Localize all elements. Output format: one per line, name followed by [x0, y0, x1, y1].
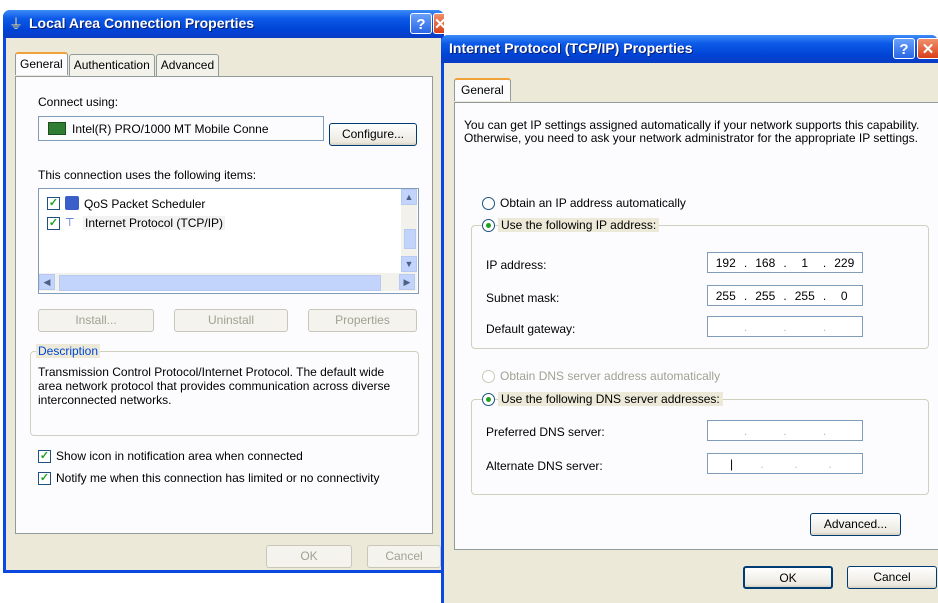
- description-label: Description: [36, 344, 101, 358]
- items-label: This connection uses the following items…: [38, 168, 257, 182]
- connect-using-label: Connect using:: [38, 95, 119, 109]
- scroll-up-icon[interactable]: ▲: [401, 189, 417, 205]
- alternate-dns-label: Alternate DNS server:: [486, 459, 603, 473]
- obtain-dns-auto-radio[interactable]: [482, 370, 495, 383]
- use-following-dns-radio[interactable]: [482, 393, 495, 406]
- advanced-button[interactable]: Advanced...: [810, 513, 901, 536]
- item-checkbox[interactable]: ✓: [47, 197, 60, 210]
- tcpip-tab-strip: General: [454, 78, 512, 103]
- protocol-icon: ⊤: [65, 217, 75, 229]
- item-label: Internet Protocol (TCP/IP): [83, 216, 226, 230]
- tcpip-titlebar[interactable]: Internet Protocol (TCP/IP) Properties ? …: [441, 35, 938, 63]
- adapter-name: Intel(R) PRO/1000 MT Mobile Conne: [72, 122, 269, 136]
- items-list: ✓ QoS Packet Scheduler ✓ ⊤ Internet Prot…: [38, 188, 419, 294]
- use-following-ip-label: Use the following IP address:: [498, 218, 660, 232]
- ip-octet: 0: [840, 288, 848, 303]
- default-gateway-label: Default gateway:: [486, 322, 576, 336]
- notify-label: Notify me when this connection has limit…: [56, 471, 380, 485]
- ip-octet: 1: [801, 255, 809, 270]
- obtain-ip-auto-radio[interactable]: [482, 197, 495, 210]
- ip-octet: 255: [794, 288, 815, 303]
- tcpip-close-button[interactable]: ✕: [917, 38, 938, 59]
- tcpip-properties-window: Internet Protocol (TCP/IP) Properties ? …: [441, 35, 938, 603]
- item-checkbox[interactable]: ✓: [47, 217, 60, 230]
- tcpip-help-button[interactable]: ?: [893, 38, 915, 59]
- show-icon-checkbox[interactable]: ✓: [38, 450, 51, 463]
- alternate-dns-field[interactable]: |...: [707, 453, 863, 474]
- scroll-down-icon[interactable]: ▼: [401, 256, 417, 272]
- adapter-field: Intel(R) PRO/1000 MT Mobile Conne: [38, 116, 324, 141]
- item-label: QoS Packet Scheduler: [84, 197, 206, 211]
- scroll-left-icon[interactable]: ◀: [39, 274, 55, 290]
- preferred-dns-field[interactable]: ...: [707, 420, 863, 441]
- ip-address-field[interactable]: 192. 168. 1. 229: [707, 252, 863, 273]
- use-following-ip-radio[interactable]: [482, 219, 495, 232]
- lan-close-button[interactable]: ✕: [433, 13, 447, 34]
- lan-ok-button[interactable]: OK: [266, 545, 352, 568]
- lan-help-button[interactable]: ?: [410, 13, 432, 34]
- subnet-mask-label: Subnet mask:: [486, 291, 560, 305]
- list-item[interactable]: ✓ QoS Packet Scheduler: [47, 195, 407, 213]
- ip-octet: 255: [715, 288, 736, 303]
- ip-octet: 229: [834, 255, 855, 270]
- intro-text: You can get IP settings assigned automat…: [464, 118, 920, 145]
- properties-button[interactable]: Properties: [308, 309, 417, 332]
- description-text: Transmission Control Protocol/Internet P…: [38, 365, 391, 407]
- lan-client-area: General Authentication Advanced Connect …: [6, 38, 441, 570]
- show-icon-label: Show icon in notification area when conn…: [56, 449, 303, 463]
- horizontal-scrollbar[interactable]: ◀ ▶: [39, 273, 417, 291]
- ip-octet: 255: [755, 288, 776, 303]
- scroll-right-icon[interactable]: ▶: [399, 274, 415, 290]
- scroll-thumb[interactable]: [59, 275, 381, 291]
- uninstall-button[interactable]: Uninstall: [174, 309, 288, 332]
- list-item[interactable]: ✓ ⊤ Internet Protocol (TCP/IP): [47, 215, 407, 233]
- lan-cancel-button[interactable]: Cancel: [367, 545, 441, 568]
- scroll-thumb[interactable]: [404, 229, 416, 249]
- default-gateway-field[interactable]: ...: [707, 316, 863, 337]
- scheduler-icon: [65, 196, 79, 210]
- ip-octet: 168: [755, 255, 776, 270]
- network-adapter-icon: [48, 122, 66, 135]
- preferred-dns-label: Preferred DNS server:: [486, 425, 605, 439]
- obtain-dns-auto-label: Obtain DNS server address automatically: [500, 369, 721, 383]
- tcpip-window-title: Internet Protocol (TCP/IP) Properties: [449, 40, 693, 56]
- lan-tab-strip: General Authentication Advanced: [15, 52, 220, 77]
- dns-group: [471, 399, 929, 495]
- tcpip-client-area: General You can get IP settings assigned…: [444, 63, 938, 603]
- tab-general[interactable]: General: [15, 52, 68, 75]
- install-button[interactable]: Install...: [38, 309, 154, 332]
- lan-titlebar[interactable]: ⏚ Local Area Connection Properties ? ✕: [3, 10, 447, 38]
- subnet-mask-field[interactable]: 255. 255. 255. 0: [707, 285, 863, 306]
- lan-window-title: Local Area Connection Properties: [29, 15, 255, 31]
- tab-authentication[interactable]: Authentication: [68, 54, 155, 77]
- ip-octet: 192: [715, 255, 736, 270]
- vertical-scrollbar[interactable]: ▲ ▼: [401, 189, 417, 273]
- tcpip-cancel-button[interactable]: Cancel: [847, 566, 937, 589]
- tab-advanced[interactable]: Advanced: [155, 54, 220, 77]
- tab-general[interactable]: General: [454, 78, 511, 101]
- configure-button[interactable]: Configure...: [329, 123, 417, 146]
- network-connection-icon: ⏚: [9, 16, 23, 32]
- use-following-dns-label: Use the following DNS server addresses:: [498, 392, 723, 406]
- obtain-ip-auto-label: Obtain an IP address automatically: [500, 196, 686, 210]
- notify-checkbox[interactable]: ✓: [38, 472, 51, 485]
- text-cursor: |: [730, 456, 734, 471]
- ip-address-label: IP address:: [486, 258, 547, 272]
- lan-properties-window: ⏚ Local Area Connection Properties ? ✕ G…: [3, 10, 447, 573]
- tcpip-ok-button[interactable]: OK: [743, 566, 833, 589]
